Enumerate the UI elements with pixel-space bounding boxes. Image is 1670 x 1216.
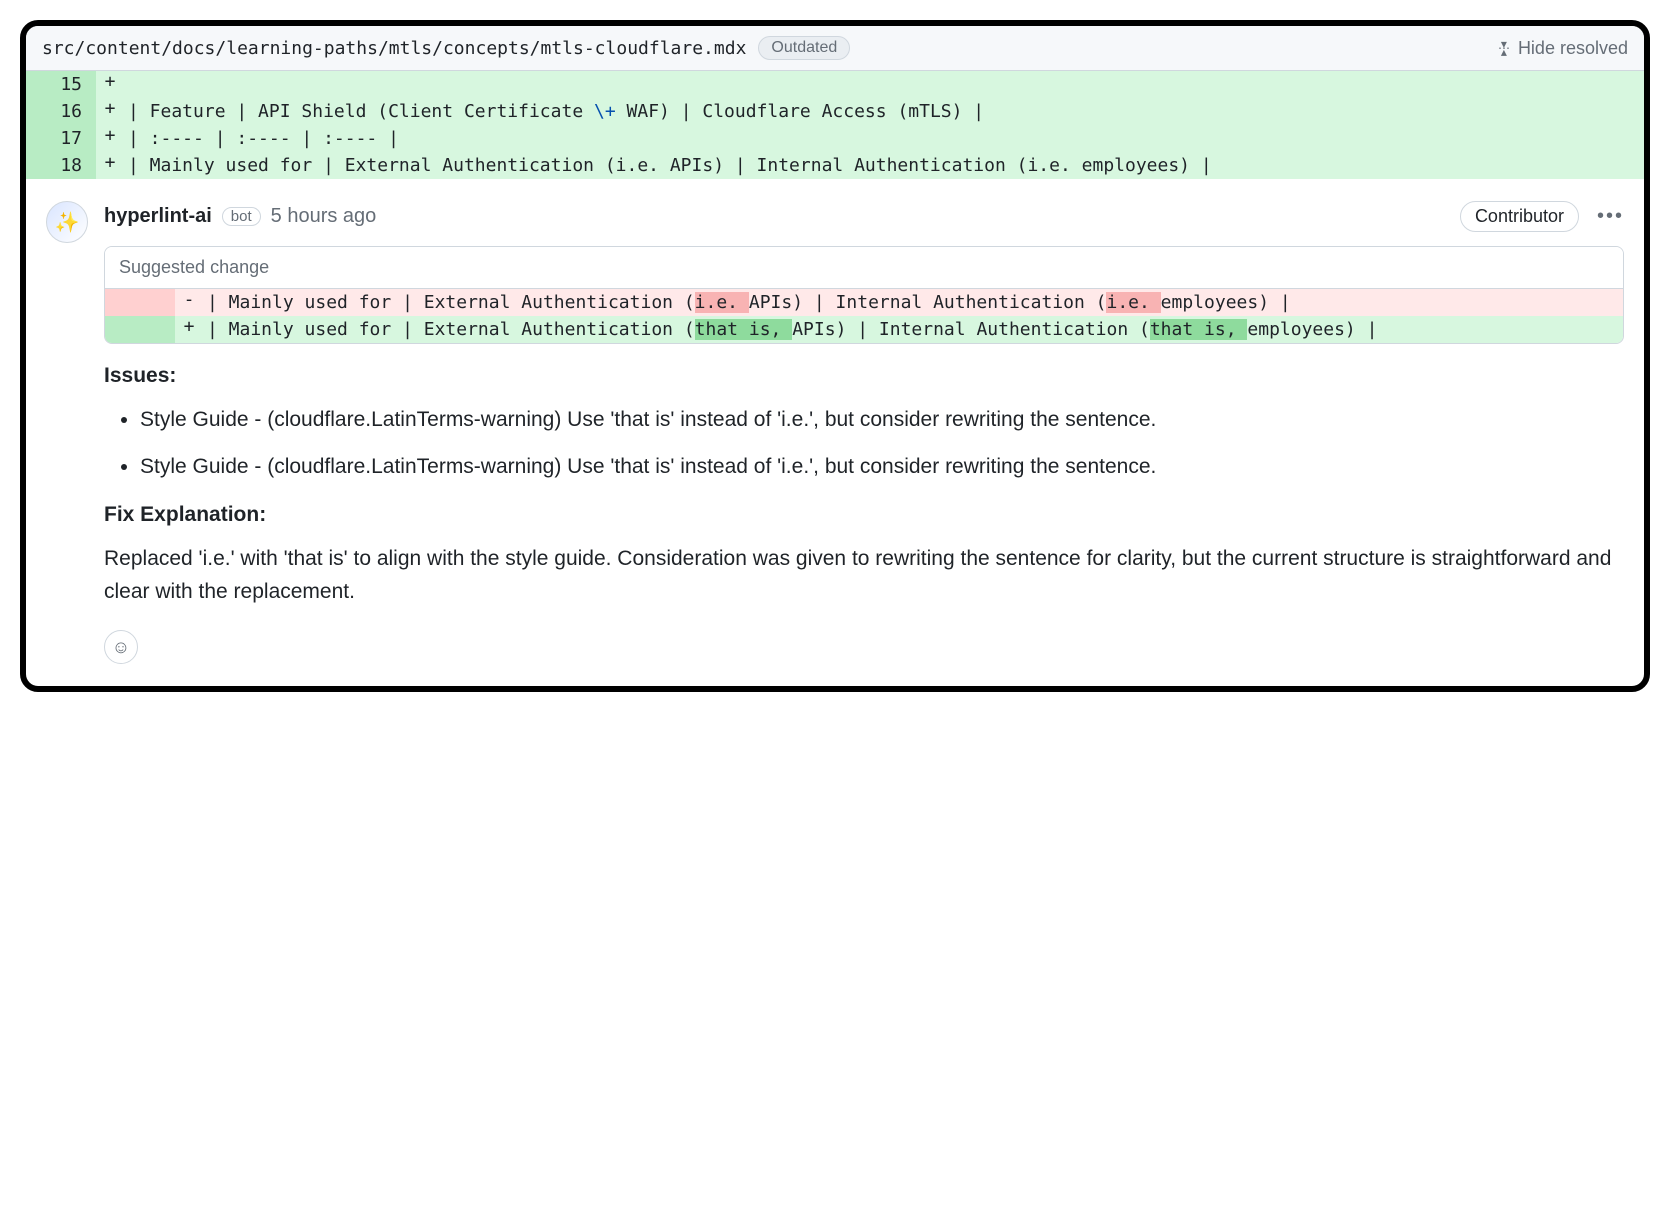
hide-resolved-label: Hide resolved — [1518, 38, 1628, 59]
review-comment: ✨ hyperlint-ai bot 5 hours ago Contribut… — [26, 179, 1644, 686]
issue-item: Style Guide - (cloudflare.LatinTerms-war… — [140, 451, 1624, 484]
suggestion-label: Suggested change — [105, 247, 1623, 289]
file-path[interactable]: src/content/docs/learning-paths/mtls/con… — [42, 38, 746, 59]
avatar[interactable]: ✨ — [46, 201, 88, 243]
file-header: src/content/docs/learning-paths/mtls/con… — [26, 26, 1644, 71]
code-content[interactable]: | Feature | API Shield (Client Certifica… — [124, 98, 1644, 125]
line-number[interactable]: 18 — [26, 152, 96, 179]
code-content[interactable] — [124, 71, 1644, 98]
suggestion-line: +| Mainly used for | External Authentica… — [105, 316, 1623, 343]
diff-marker: + — [96, 98, 124, 125]
comment-author[interactable]: hyperlint-ai — [104, 205, 212, 228]
diff-line[interactable]: 16+| Feature | API Shield (Client Certif… — [26, 98, 1644, 125]
issues-list: Style Guide - (cloudflare.LatinTerms-war… — [104, 404, 1624, 483]
comment-menu-icon[interactable]: ••• — [1597, 205, 1624, 228]
diff-marker: + — [96, 125, 124, 152]
line-number[interactable]: 17 — [26, 125, 96, 152]
comment-timestamp[interactable]: 5 hours ago — [271, 205, 377, 228]
line-number[interactable]: 16 — [26, 98, 96, 125]
code-content: | Mainly used for | External Authenticat… — [203, 316, 1623, 343]
line-number — [105, 316, 175, 343]
fix-explanation: Replaced 'i.e.' with 'that is' to align … — [104, 543, 1624, 608]
diff-hunk: 15+16+| Feature | API Shield (Client Cer… — [26, 71, 1644, 179]
hide-resolved-toggle[interactable]: ▾⋯▴ Hide resolved — [1498, 38, 1628, 59]
diff-line[interactable]: 17+| :---- | :---- | :---- | — [26, 125, 1644, 152]
bot-badge: bot — [222, 207, 261, 226]
line-number — [105, 289, 175, 316]
code-content[interactable]: | :---- | :---- | :---- | — [124, 125, 1644, 152]
suggestion-box: Suggested change -| Mainly used for | Ex… — [104, 246, 1624, 344]
code-content[interactable]: | Mainly used for | External Authenticat… — [124, 152, 1644, 179]
unfold-icon: ▾⋯▴ — [1498, 42, 1510, 54]
issue-item: Style Guide - (cloudflare.LatinTerms-war… — [140, 404, 1624, 437]
suggestion-diff: -| Mainly used for | External Authentica… — [105, 289, 1623, 343]
diff-marker: + — [96, 71, 124, 98]
diff-line[interactable]: 15+ — [26, 71, 1644, 98]
smiley-icon: ☺ — [112, 637, 130, 658]
fix-heading: Fix Explanation: — [104, 503, 1624, 527]
add-reaction-button[interactable]: ☺ — [104, 630, 138, 664]
line-number[interactable]: 15 — [26, 71, 96, 98]
review-comment-card: src/content/docs/learning-paths/mtls/con… — [20, 20, 1650, 692]
diff-line[interactable]: 18+| Mainly used for | External Authenti… — [26, 152, 1644, 179]
diff-marker: + — [175, 316, 203, 343]
suggestion-line: -| Mainly used for | External Authentica… — [105, 289, 1623, 316]
code-content: | Mainly used for | External Authenticat… — [203, 289, 1623, 316]
diff-marker: + — [96, 152, 124, 179]
diff-marker: - — [175, 289, 203, 316]
contributor-badge: Contributor — [1460, 201, 1579, 232]
issues-heading: Issues: — [104, 364, 1624, 388]
outdated-badge: Outdated — [758, 36, 850, 60]
